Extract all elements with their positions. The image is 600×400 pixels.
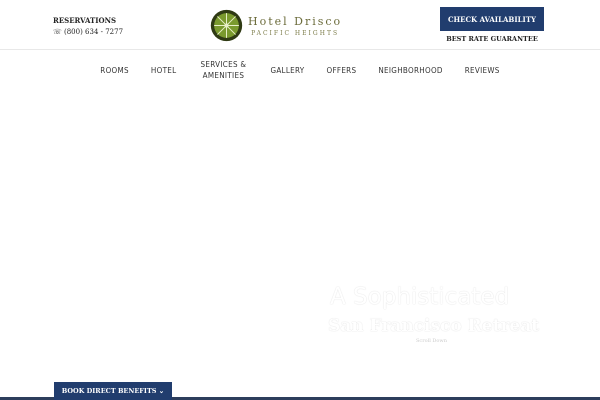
phone-number: (800) 634 - 7277 (64, 28, 124, 36)
nav-hotel[interactable]: HOTEL (151, 65, 177, 76)
citrus-logo-icon (210, 9, 243, 42)
reservations-label: RESERVATIONS (53, 16, 117, 25)
book-direct-benefits-tab[interactable]: BOOK DIRECT BENEFITS ⌄ (54, 382, 172, 400)
site-header: RESERVATIONS ☏ (800) 634 - 7277 Hotel Dr… (0, 0, 600, 50)
nav-neighborhood[interactable]: NEIGHBORHOOD (378, 65, 442, 76)
nav-offers[interactable]: OFFERS (326, 65, 356, 76)
phone-link[interactable]: ☏ (800) 634 - 7277 (53, 28, 123, 36)
chevron-down-icon: ⌄ (158, 387, 165, 395)
nav-reviews[interactable]: REVIEWS (465, 65, 500, 76)
hotel-logo[interactable]: Hotel Drisco PACIFIC HEIGHTS (210, 9, 342, 42)
reservations: RESERVATIONS ☏ (800) 634 - 7277 (53, 16, 123, 36)
nav-rooms[interactable]: ROOMS (100, 65, 129, 76)
nav-services-amenities[interactable]: SERVICES & AMENITIES (198, 59, 248, 81)
book-direct-benefits-label: BOOK DIRECT BENEFITS (61, 387, 157, 395)
phone-icon: ☏ (53, 28, 62, 36)
hero-title: A Sophisticated (330, 284, 510, 310)
check-availability-button[interactable]: CHECK AVAILABILITY (440, 7, 544, 31)
best-rate-guarantee-link[interactable]: BEST RATE GUARANTEE (440, 35, 544, 43)
main-nav: ROOMS HOTEL SERVICES & AMENITIES GALLERY… (0, 51, 600, 89)
hotel-name: Hotel Drisco (248, 14, 343, 28)
hero-subtitle: San Francisco Retreat (328, 316, 540, 336)
nav-gallery[interactable]: GALLERY (270, 65, 304, 76)
scroll-down-link[interactable]: Scroll Down (416, 338, 447, 344)
hotel-subtitle: PACIFIC HEIGHTS (251, 29, 340, 37)
